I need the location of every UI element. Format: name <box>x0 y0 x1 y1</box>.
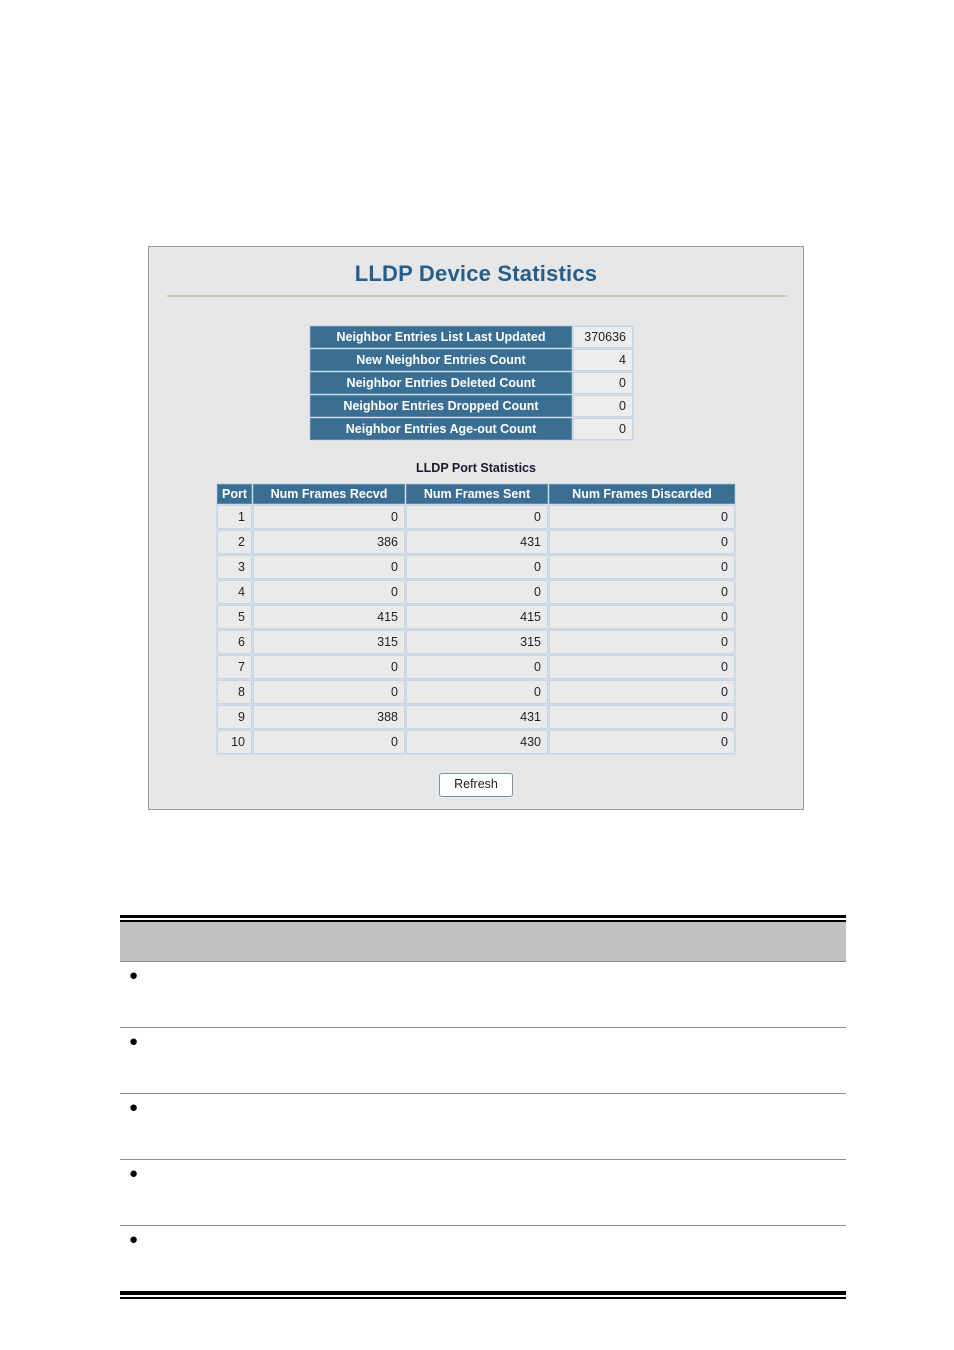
cell-sent: 0 <box>406 505 548 529</box>
table-row: Neighbor Entries Age-out Count 0 <box>310 418 633 440</box>
table-row: 7 0 0 0 <box>217 655 735 679</box>
refresh-button[interactable]: Refresh <box>439 773 513 797</box>
list-item: ● <box>120 1225 846 1291</box>
cell-discarded: 0 <box>549 580 735 604</box>
bullet-icon: ● <box>129 1231 139 1248</box>
list-item: ● <box>120 1027 846 1094</box>
cell-port: 2 <box>217 530 252 554</box>
cell-sent: 315 <box>406 630 548 654</box>
cell-discarded: 0 <box>549 630 735 654</box>
button-bar: Refresh <box>149 773 803 797</box>
port-statistics-caption: LLDP Port Statistics <box>416 461 536 475</box>
cell-sent: 0 <box>406 680 548 704</box>
list-item: ● <box>120 1159 846 1226</box>
summary-label-last-updated: Neighbor Entries List Last Updated <box>310 326 572 348</box>
cell-sent: 431 <box>406 705 548 729</box>
table-bottom-rule <box>120 1291 846 1299</box>
cell-port: 1 <box>217 505 252 529</box>
summary-label-ageout-count: Neighbor Entries Age-out Count <box>310 418 572 440</box>
neighbor-entries-summary-table: Neighbor Entries List Last Updated 37063… <box>309 325 634 441</box>
description-header-cell <box>120 922 846 962</box>
cell-recvd: 315 <box>253 630 405 654</box>
table-row: Neighbor Entries Dropped Count 0 <box>310 395 633 417</box>
cell-port: 5 <box>217 605 252 629</box>
cell-discarded: 0 <box>549 655 735 679</box>
cell-discarded: 0 <box>549 605 735 629</box>
cell-discarded: 0 <box>549 505 735 529</box>
cell-recvd: 0 <box>253 730 405 754</box>
cell-recvd: 388 <box>253 705 405 729</box>
description-cell: ● <box>120 1027 846 1094</box>
list-item: ● <box>120 1093 846 1160</box>
cell-port: 7 <box>217 655 252 679</box>
summary-label-dropped-count: Neighbor Entries Dropped Count <box>310 395 572 417</box>
cell-sent: 0 <box>406 580 548 604</box>
summary-value-last-updated: 370636 <box>573 326 633 348</box>
table-row: Neighbor Entries List Last Updated 37063… <box>310 326 633 348</box>
column-header-port: Port <box>217 484 252 504</box>
bottom-rule-thin <box>120 1297 846 1299</box>
cell-recvd: 415 <box>253 605 405 629</box>
table-row: 5 415 415 0 <box>217 605 735 629</box>
summary-label-deleted-count: Neighbor Entries Deleted Count <box>310 372 572 394</box>
summary-label-new-count: New Neighbor Entries Count <box>310 349 572 371</box>
summary-value-deleted-count: 0 <box>573 372 633 394</box>
summary-value-dropped-count: 0 <box>573 395 633 417</box>
cell-discarded: 0 <box>549 705 735 729</box>
summary-value-new-count: 4 <box>573 349 633 371</box>
description-cell: ● <box>120 961 846 1028</box>
description-cell: ● <box>120 1093 846 1160</box>
cell-recvd: 0 <box>253 580 405 604</box>
cell-sent: 0 <box>406 655 548 679</box>
table-row: 1 0 0 0 <box>217 505 735 529</box>
cell-recvd: 0 <box>253 680 405 704</box>
cell-recvd: 0 <box>253 505 405 529</box>
title-divider <box>167 295 787 297</box>
cell-sent: 415 <box>406 605 548 629</box>
cell-port: 6 <box>217 630 252 654</box>
bullet-icon: ● <box>129 967 139 984</box>
bullet-icon: ● <box>129 1033 139 1050</box>
table-row: 9 388 431 0 <box>217 705 735 729</box>
cell-port: 8 <box>217 680 252 704</box>
cell-discarded: 0 <box>549 555 735 579</box>
cell-port: 9 <box>217 705 252 729</box>
table-row: 2 386 431 0 <box>217 530 735 554</box>
page-title: LLDP Device Statistics <box>354 261 598 286</box>
column-header-frames-sent: Num Frames Sent <box>406 484 548 504</box>
cell-discarded: 0 <box>549 730 735 754</box>
cell-port: 4 <box>217 580 252 604</box>
description-cell: ● <box>120 1159 846 1226</box>
cell-recvd: 386 <box>253 530 405 554</box>
description-table: ● ● ● ● ● <box>120 915 846 1299</box>
table-row: 10 0 430 0 <box>217 730 735 754</box>
bullet-icon: ● <box>129 1165 139 1182</box>
table-header-row: Port Num Frames Recvd Num Frames Sent Nu… <box>217 484 735 504</box>
column-header-frames-recvd: Num Frames Recvd <box>253 484 405 504</box>
cell-sent: 430 <box>406 730 548 754</box>
lldp-port-statistics-table: Port Num Frames Recvd Num Frames Sent Nu… <box>216 483 736 755</box>
table-row: 6 315 315 0 <box>217 630 735 654</box>
cell-sent: 431 <box>406 530 548 554</box>
list-item: ● <box>120 961 846 1028</box>
cell-recvd: 0 <box>253 555 405 579</box>
cell-sent: 0 <box>406 555 548 579</box>
bullet-icon: ● <box>129 1099 139 1116</box>
summary-value-ageout-count: 0 <box>573 418 633 440</box>
table-row: 4 0 0 0 <box>217 580 735 604</box>
lldp-device-statistics-panel: LLDP Device Statistics Neighbor Entries … <box>148 246 804 810</box>
cell-port: 10 <box>217 730 252 754</box>
column-header-frames-discarded: Num Frames Discarded <box>549 484 735 504</box>
cell-discarded: 0 <box>549 680 735 704</box>
table-row: 8 0 0 0 <box>217 680 735 704</box>
cell-discarded: 0 <box>549 530 735 554</box>
cell-port: 3 <box>217 555 252 579</box>
table-row: Neighbor Entries Deleted Count 0 <box>310 372 633 394</box>
table-header-row <box>120 922 846 962</box>
cell-recvd: 0 <box>253 655 405 679</box>
description-cell: ● <box>120 1225 846 1291</box>
table-row: New Neighbor Entries Count 4 <box>310 349 633 371</box>
table-row: 3 0 0 0 <box>217 555 735 579</box>
